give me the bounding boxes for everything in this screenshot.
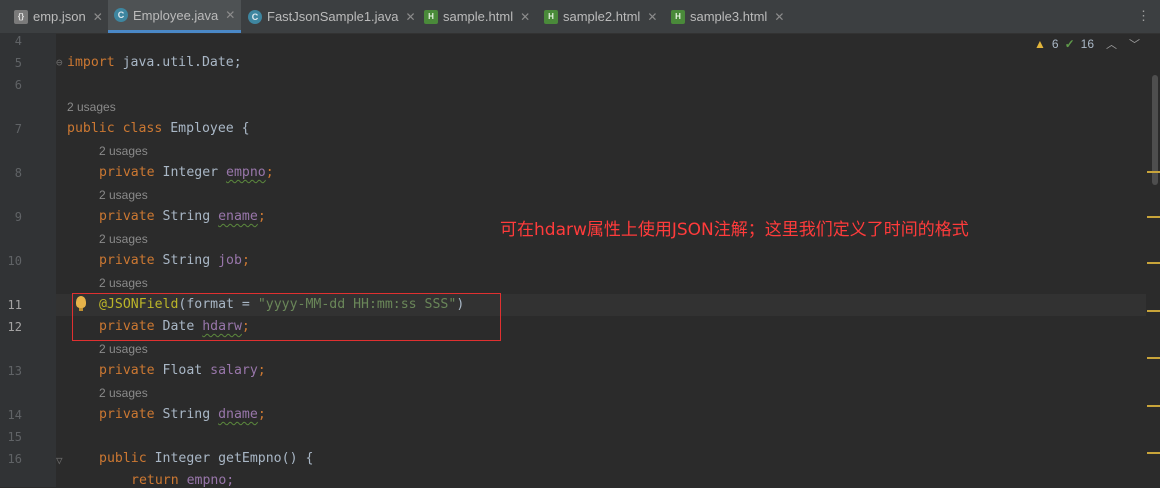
code-line-import[interactable]: import java.util.Date; — [67, 55, 242, 70]
close-icon[interactable]: ✕ — [520, 10, 530, 24]
line-number: 7 — [14, 122, 22, 136]
tab-label: Employee.java — [133, 7, 219, 23]
line-number: 13 — [7, 364, 22, 378]
inspection-widget[interactable]: ▲ 6 ✓ 16 ︿ ﹀ — [1034, 36, 1140, 52]
fold-icon[interactable]: ▽ — [56, 454, 63, 467]
tab-emp-json[interactable]: {} emp.json ✕ — [8, 0, 103, 33]
close-icon[interactable]: ✕ — [774, 10, 784, 24]
usages-hint[interactable]: 2 usages — [99, 232, 148, 246]
html-file-icon: H — [671, 9, 685, 24]
close-icon[interactable]: ✕ — [647, 10, 657, 24]
tab-sample2-html[interactable]: H sample2.html ✕ — [538, 0, 657, 33]
close-icon[interactable]: ✕ — [225, 8, 235, 22]
line-number: 5 — [14, 56, 22, 70]
line-number: 14 — [7, 408, 22, 422]
usages-hint[interactable]: 2 usages — [99, 188, 148, 202]
line-number: 10 — [7, 254, 22, 268]
usages-hint[interactable]: 2 usages — [67, 100, 116, 114]
line-number: 15 — [7, 430, 22, 444]
java-class-icon: C — [114, 8, 128, 22]
close-icon[interactable]: ✕ — [406, 10, 416, 24]
warning-marker[interactable] — [1147, 357, 1160, 359]
usages-hint[interactable]: 2 usages — [99, 342, 148, 356]
tab-label: sample.html — [443, 9, 514, 24]
chevron-down-icon[interactable]: ﹀ — [1129, 36, 1140, 52]
tab-sample-html[interactable]: H sample.html ✕ — [418, 0, 530, 33]
tab-sample3-html[interactable]: H sample3.html ✕ — [665, 0, 784, 33]
html-file-icon: H — [544, 9, 558, 24]
code-line-job[interactable]: private String job; — [99, 253, 250, 268]
line-number: 6 — [14, 78, 22, 92]
tab-label: sample2.html — [563, 9, 641, 24]
scrollbar-thumb[interactable] — [1152, 75, 1158, 185]
line-number: 11 — [7, 298, 22, 312]
code-line-method[interactable]: public Integer getEmpno() { — [99, 451, 313, 466]
tab-fastjsonsample1-java[interactable]: C FastJsonSample1.java ✕ — [242, 0, 416, 33]
java-class-icon: C — [248, 9, 262, 24]
more-icon[interactable]: ⋮ — [1137, 8, 1150, 24]
annotation-note: 可在hdarw属性上使用JSON注解；这里我们定义了时间的格式 — [500, 220, 969, 240]
warning-marker[interactable] — [1147, 171, 1160, 173]
line-number: 9 — [14, 210, 22, 224]
warning-icon: ▲ — [1034, 37, 1046, 51]
line-number: 8 — [14, 166, 22, 180]
warning-marker[interactable] — [1147, 452, 1160, 454]
code-line-class[interactable]: public class Employee { — [67, 121, 250, 136]
tab-label: FastJsonSample1.java — [267, 9, 399, 24]
code-line-return[interactable]: return empno; — [131, 473, 234, 488]
chevron-up-icon[interactable]: ︿ — [1106, 36, 1117, 52]
warning-count: 6 — [1051, 37, 1059, 51]
warning-marker[interactable] — [1147, 405, 1160, 407]
usages-hint[interactable]: 2 usages — [99, 276, 148, 290]
code-line-salary[interactable]: private Float salary; — [99, 363, 266, 378]
code-line-empno[interactable]: private Integer empno; — [99, 165, 274, 180]
warning-marker[interactable] — [1147, 310, 1160, 312]
code-line-dname[interactable]: private String dname; — [99, 407, 266, 422]
usages-hint[interactable]: 2 usages — [99, 144, 148, 158]
line-number: 12 — [7, 320, 22, 334]
fold-icon[interactable]: ⊖ — [56, 56, 63, 69]
json-file-icon: {} — [14, 9, 28, 24]
warning-marker[interactable] — [1147, 262, 1160, 264]
html-file-icon: H — [424, 9, 438, 24]
line-number: 16 — [7, 452, 22, 466]
warning-marker[interactable] — [1147, 216, 1160, 218]
line-number: 4 — [14, 34, 22, 48]
tab-label: emp.json — [33, 9, 86, 24]
highlight-box — [72, 293, 501, 341]
weak-warning-icon: ✓ — [1064, 37, 1075, 51]
usages-hint[interactable]: 2 usages — [99, 386, 148, 400]
tab-employee-java[interactable]: C Employee.java ✕ — [108, 0, 241, 33]
code-line-ename[interactable]: private String ename; — [99, 209, 266, 224]
editor-tab-bar: {} emp.json ✕ C Employee.java ✕ C FastJs… — [0, 0, 1160, 34]
weak-warning-count: 16 — [1080, 37, 1094, 51]
tab-label: sample3.html — [690, 9, 768, 24]
close-icon[interactable]: ✕ — [93, 10, 103, 24]
